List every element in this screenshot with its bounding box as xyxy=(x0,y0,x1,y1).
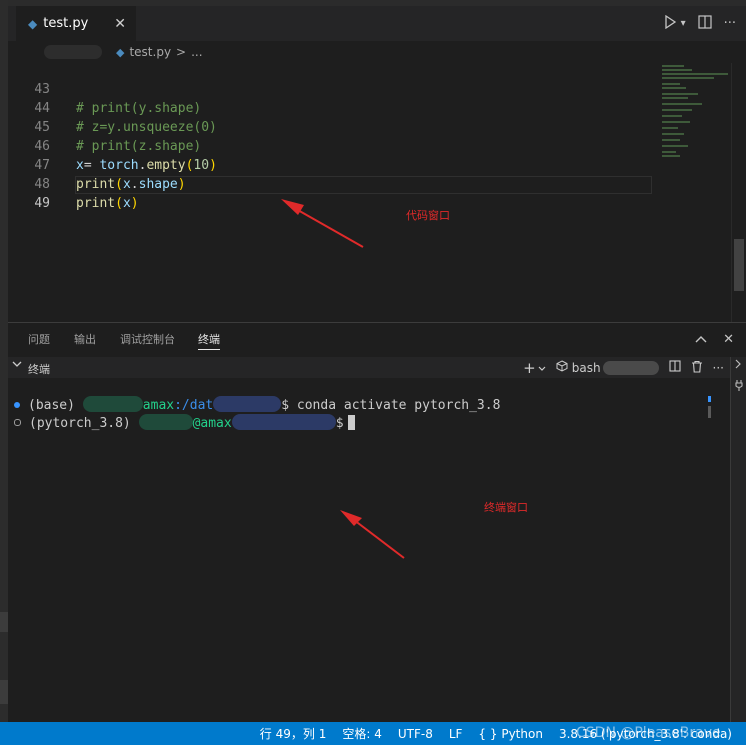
cube-icon xyxy=(556,360,568,375)
breadcrumb-symbol[interactable]: ... xyxy=(191,45,202,59)
code-line: 43 # print(y.shape) xyxy=(8,61,648,116)
watermark: CSDN @PleaseBrave xyxy=(576,725,721,741)
terminal-window-label: 终端窗口 xyxy=(484,501,528,514)
editor-toolbar: ▾ ··· xyxy=(664,6,736,41)
minimap[interactable] xyxy=(662,63,732,173)
terminal-cursor xyxy=(347,415,355,430)
tab-problems[interactable]: 问题 xyxy=(28,323,50,356)
code-editor[interactable]: 43 # print(y.shape) 44 # z=y.unsqueeze(0… xyxy=(8,63,746,322)
panel-actions: ✕ xyxy=(695,323,734,356)
cursor-position[interactable]: 行 49，列 1 xyxy=(260,725,327,742)
end-of-line[interactable]: LF xyxy=(449,727,463,741)
redacted-user xyxy=(138,414,193,430)
close-panel-icon[interactable]: ✕ xyxy=(723,332,734,347)
chevron-right-icon[interactable] xyxy=(734,359,742,372)
line-number: 49 xyxy=(34,196,50,211)
redacted-path xyxy=(213,396,282,412)
python-file-icon: ◆ xyxy=(116,45,125,59)
breadcrumb-separator: > xyxy=(176,45,187,59)
trash-icon[interactable] xyxy=(691,360,703,376)
activity-bar-edge xyxy=(0,0,8,722)
code-line: 49 xyxy=(8,175,648,211)
close-tab-icon[interactable]: ✕ xyxy=(114,16,126,32)
tab-debug-console[interactable]: 调试控制台 xyxy=(120,323,175,356)
terminal-profile-label[interactable]: bash xyxy=(572,361,601,375)
split-terminal-icon[interactable] xyxy=(668,360,681,375)
language-mode[interactable]: { } Python xyxy=(478,727,543,741)
breadcrumb: ◆ test.py > ... xyxy=(8,41,746,63)
more-actions-icon[interactable]: ··· xyxy=(724,16,736,31)
terminal-actions: + bash ··· xyxy=(523,357,724,378)
tab-test-py[interactable]: ◆ test.py ✕ xyxy=(16,6,136,41)
command-pending-dot-icon[interactable] xyxy=(14,419,21,426)
breadcrumb-file[interactable]: test.py xyxy=(129,45,171,59)
editor-tab-bar: ◆ test.py ✕ ▾ ··· xyxy=(8,6,746,41)
terminal-section-title: 终端 xyxy=(28,363,50,376)
terminal-scroll-markers xyxy=(708,396,711,418)
run-file-icon[interactable] xyxy=(664,14,677,33)
code-line: 46 x= torch.empty(10) xyxy=(8,118,648,173)
tab-output[interactable]: 输出 xyxy=(74,323,96,356)
panel-tab-bar: 问题 输出 调试控制台 终端 ✕ xyxy=(8,323,746,356)
status-bar: 行 49，列 1 空格: 4 UTF-8 LF { } Python 3.8.1… xyxy=(0,722,746,745)
tab-label: test.py xyxy=(43,16,89,31)
terminal-view-header: 终端 + bash ··· xyxy=(8,357,730,378)
terminal-line: (base) amax:/dat $ conda activate pytorch… xyxy=(14,396,500,414)
braces-icon: { } xyxy=(478,726,498,741)
redacted-user xyxy=(82,396,143,412)
terminal-line: (pytorch_3.8) @amax $ xyxy=(14,414,355,432)
activity-bar-marker xyxy=(0,612,8,632)
annotation-arrow xyxy=(281,199,364,248)
code-line: 48 print(x) xyxy=(8,156,648,211)
new-terminal-icon[interactable]: + xyxy=(523,359,536,377)
command-success-dot-icon[interactable] xyxy=(14,402,20,408)
annotation-arrow xyxy=(340,510,405,559)
maximize-panel-icon[interactable] xyxy=(695,332,707,347)
redacted-path xyxy=(44,45,102,59)
redacted-terminal-name xyxy=(602,360,659,375)
activity-bar-marker xyxy=(0,680,8,704)
editor-scrollbar[interactable] xyxy=(731,63,746,322)
tab-terminal[interactable]: 终端 xyxy=(198,323,220,356)
new-terminal-menu-chevron-icon[interactable] xyxy=(538,361,546,375)
code-text: print(x) xyxy=(76,196,139,211)
python-file-icon: ◆ xyxy=(28,16,38,31)
collapse-chevron-icon[interactable] xyxy=(12,359,22,372)
code-line: 45 # print(z.shape) xyxy=(8,99,648,154)
encoding[interactable]: UTF-8 xyxy=(398,727,433,741)
terminal-more-icon[interactable]: ··· xyxy=(713,361,724,375)
code-window-label: 代码窗口 xyxy=(406,209,450,222)
indentation[interactable]: 空格: 4 xyxy=(342,725,382,742)
code-line: 44 # z=y.unsqueeze(0) xyxy=(8,80,648,135)
redacted-path xyxy=(231,414,336,430)
code-line: 47 print(x.shape) xyxy=(8,137,648,192)
run-menu-chevron-icon[interactable]: ▾ xyxy=(681,18,686,29)
scrollbar-thumb[interactable] xyxy=(734,239,744,291)
plug-icon[interactable] xyxy=(734,379,744,394)
terminal-output[interactable]: (base) amax:/dat $ conda activate pytorch… xyxy=(8,378,730,722)
terminal-side-rail xyxy=(730,357,746,722)
split-editor-icon[interactable] xyxy=(697,14,712,33)
